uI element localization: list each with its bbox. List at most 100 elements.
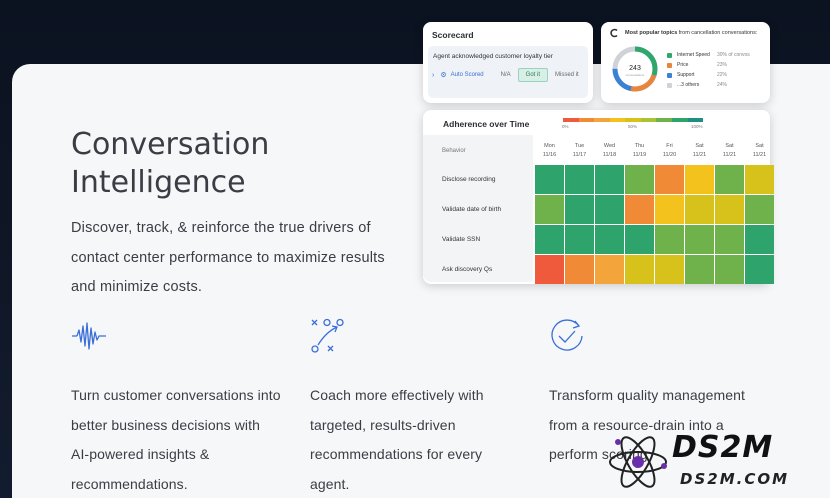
feature-text: Coach more effectively with targeted, re… <box>310 387 484 492</box>
heatmap-cell[interactable] <box>715 225 744 254</box>
day-date: 11/17 <box>572 152 587 158</box>
donut-subtitle: conversations <box>626 73 645 77</box>
option-na[interactable]: N/A <box>494 69 518 81</box>
heatmap-cell[interactable] <box>535 165 564 194</box>
popular-topics-card: Most popular topics from cancellation co… <box>601 22 770 103</box>
option-missed-it[interactable]: Missed it <box>548 69 586 81</box>
heatmap-cell[interactable] <box>595 255 624 284</box>
scale-label-mid: 50% <box>628 124 638 129</box>
adherence-scale-bar <box>563 118 704 122</box>
heatmap-cell[interactable] <box>745 255 774 284</box>
scorecard-answer-row: › ⚙ Auto Scored N/A Got it Missed it <box>432 68 586 82</box>
heatmap-cell[interactable] <box>565 165 594 194</box>
title-line-1: Conversation <box>71 127 270 162</box>
heatmap-cell[interactable] <box>715 195 744 224</box>
auto-score-icon: ⚙ <box>440 72 447 79</box>
heatmap-cell[interactable] <box>595 165 624 194</box>
heatmap-cell[interactable] <box>625 255 654 284</box>
scorecard-item: Agent acknowledged customer loyalty tier… <box>428 46 588 98</box>
soundwave-icon <box>72 322 106 350</box>
day-name: Wed <box>603 143 616 149</box>
auto-scored-label: Auto Scored <box>450 72 484 78</box>
heatmap-cell[interactable] <box>685 195 714 224</box>
heatmap-cell[interactable] <box>715 255 744 284</box>
heatmap-cell[interactable] <box>565 195 594 224</box>
heatmap-cell[interactable] <box>745 165 774 194</box>
feature-coaching: Coach more effectively with targeted, re… <box>310 318 520 498</box>
topic-legend-item: ...3 others 24% <box>667 82 727 88</box>
behavior-label: Ask discovery Qs <box>442 266 493 273</box>
topics-donut-chart: 243 conversations <box>612 46 658 92</box>
option-got-it[interactable]: Got it <box>517 68 549 82</box>
atom-logo-icon <box>609 436 667 488</box>
heatmap-cell[interactable] <box>655 165 684 194</box>
day-column-header: Tue 11/17 <box>565 142 594 160</box>
heatmap-cell[interactable] <box>625 195 654 224</box>
day-name: Sat <box>725 143 734 149</box>
legend-swatch <box>667 72 672 78</box>
heatmap-cell[interactable] <box>595 195 624 224</box>
day-column-header: Sat 11/21 <box>745 142 774 160</box>
day-name: Tue <box>574 143 585 149</box>
topic-legend-item: Price 23% <box>667 62 727 68</box>
heatmap-cell[interactable] <box>745 225 774 254</box>
topics-title: Most popular topics from cancellation co… <box>625 30 758 36</box>
heatmap-cell[interactable] <box>625 225 654 254</box>
scorecard-title: Scorecard <box>432 30 474 40</box>
heatmap-cell[interactable] <box>685 255 714 284</box>
day-date: 11/19 <box>632 152 647 158</box>
feature-insights: Turn customer conversations into better … <box>71 318 281 498</box>
heatmap-cell[interactable] <box>685 165 714 194</box>
brand-logo-icon <box>610 28 618 38</box>
behavior-label: Disclose recording <box>442 176 496 183</box>
day-column-header: Mon 11/16 <box>535 142 564 160</box>
day-column-header: Wed 11/18 <box>595 142 624 160</box>
heatmap-cell[interactable] <box>655 225 684 254</box>
heatmap-cell[interactable] <box>625 165 654 194</box>
legend-swatch <box>667 52 672 58</box>
strategy-playbook-icon <box>311 318 344 353</box>
behavior-label: Validate date of birth <box>442 206 502 213</box>
title-line-2: Intelligence <box>71 165 246 200</box>
feature-text: Turn customer conversations into better … <box>71 387 281 492</box>
checkmark-cycle-icon <box>551 319 583 351</box>
heatmap-cell[interactable] <box>565 255 594 284</box>
heatmap-cell[interactable] <box>715 165 744 194</box>
legend-swatch <box>667 82 672 88</box>
day-date: 11/20 <box>662 152 677 158</box>
day-name: Mon <box>544 143 555 149</box>
scorecard-card: Scorecard Agent acknowledged customer lo… <box>423 22 593 103</box>
day-name: Fri <box>666 143 673 149</box>
behavior-label: Validate SSN <box>442 236 481 243</box>
heatmap-cell[interactable] <box>565 225 594 254</box>
heatmap-cell[interactable] <box>745 195 774 224</box>
watermark-main: DS2M <box>672 430 774 465</box>
behavior-header: Behavior <box>442 148 466 154</box>
heatmap-cell[interactable] <box>535 255 564 284</box>
hero-description: Discover, track, & reinforce the true dr… <box>71 220 385 295</box>
heatmap-cell[interactable] <box>535 195 564 224</box>
heatmap-cell[interactable] <box>535 225 564 254</box>
day-column-header: Fri 11/20 <box>655 142 684 160</box>
scale-label-max: 100% <box>691 124 703 129</box>
donut-total: 243 <box>629 65 641 72</box>
heatmap-cell[interactable] <box>655 195 684 224</box>
day-date: 11/21 <box>752 152 767 158</box>
topic-legend-item: Support 22% <box>667 72 727 78</box>
day-column-header: Thu 11/19 <box>625 142 654 160</box>
watermark: DS2M DS2M.COM <box>600 428 830 498</box>
day-date: 11/16 <box>542 152 557 158</box>
heatmap-cell[interactable] <box>655 255 684 284</box>
legend-swatch <box>667 62 672 68</box>
adherence-title: Adherence over Time <box>443 119 530 129</box>
heatmap-cell[interactable] <box>595 225 624 254</box>
watermark-sub: DS2M.COM <box>680 470 790 488</box>
day-column-header: Sat 11/21 <box>715 142 744 160</box>
adherence-card: Adherence over Time 0% 50% 100% Behavior… <box>423 110 774 284</box>
chevron-right-icon[interactable]: › <box>432 72 434 79</box>
day-date: 11/21 <box>722 152 737 158</box>
page-title: Conversation Intelligence <box>71 126 401 202</box>
day-name: Sat <box>755 143 764 149</box>
heatmap-cell[interactable] <box>685 225 714 254</box>
day-name: Sat <box>695 143 704 149</box>
